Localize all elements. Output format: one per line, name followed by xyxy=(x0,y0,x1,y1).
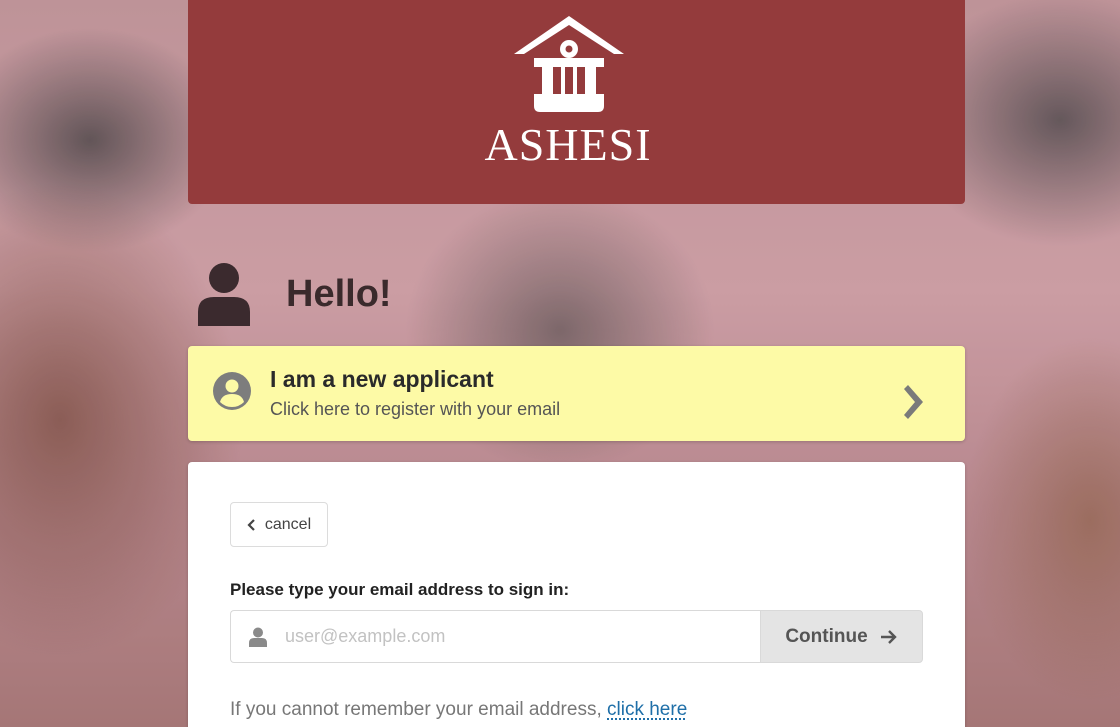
email-input[interactable] xyxy=(285,611,755,662)
cancel-label: cancel xyxy=(264,515,312,533)
greeting-text: Hello! xyxy=(286,272,392,315)
user-circle-icon xyxy=(213,372,251,410)
new-applicant-button[interactable]: I am a new applicant Click here to regis… xyxy=(188,346,965,441)
arrow-right-icon xyxy=(880,629,897,644)
brand-name: ASHESI xyxy=(484,119,652,170)
continue-button[interactable]: Continue xyxy=(760,610,923,663)
chevron-right-icon xyxy=(904,385,923,419)
ashesi-logo-icon xyxy=(514,16,624,112)
forgot-email-text: If you cannot remember your email addres… xyxy=(230,699,687,721)
forgot-email-link[interactable]: click here xyxy=(607,699,687,720)
header-banner: ASHESI xyxy=(188,0,965,204)
email-label: Please type your email address to sign i… xyxy=(230,580,570,599)
new-applicant-subtitle: Click here to register with your email xyxy=(270,399,561,419)
continue-label: Continue xyxy=(785,625,868,647)
signin-card: cancel Please type your email address to… xyxy=(188,462,965,727)
greeting: Hello! xyxy=(196,262,392,326)
email-field-wrapper xyxy=(230,610,760,663)
chevron-left-icon xyxy=(247,518,255,531)
new-applicant-title: I am a new applicant xyxy=(270,366,494,392)
cancel-button[interactable]: cancel xyxy=(230,502,328,547)
email-row: Continue xyxy=(230,610,923,663)
ashesi-logo[interactable]: ASHESI xyxy=(483,12,653,170)
user-icon xyxy=(249,627,267,647)
forgot-text: If you cannot remember your email addres… xyxy=(230,699,602,720)
user-icon xyxy=(198,263,250,326)
